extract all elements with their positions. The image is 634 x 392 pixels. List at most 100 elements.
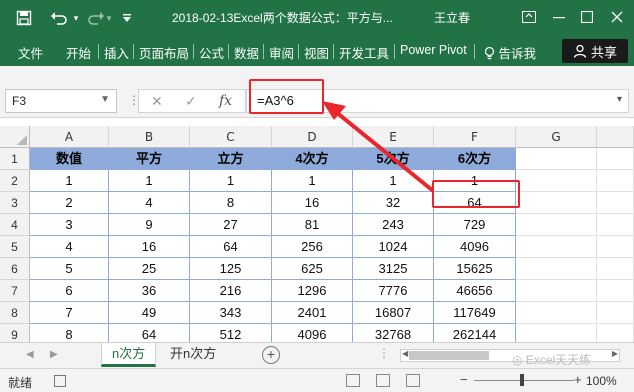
table-cell[interactable]: 3125 <box>353 258 434 280</box>
table-header-cell[interactable]: 平方 <box>109 148 190 170</box>
sheet-tab-nth-root[interactable]: 开n次方 <box>160 343 226 367</box>
table-cell[interactable]: 25 <box>109 258 190 280</box>
tab-home[interactable]: 开始 <box>66 43 91 62</box>
empty-cell[interactable] <box>597 258 634 280</box>
ribbon-display-options-icon[interactable] <box>516 6 542 28</box>
select-all-button[interactable] <box>0 126 30 148</box>
table-cell[interactable]: 3 <box>30 214 109 236</box>
table-cell[interactable]: 4 <box>30 236 109 258</box>
chevron-down-icon[interactable]: ▼ <box>100 94 110 105</box>
table-cell[interactable]: 81 <box>272 214 353 236</box>
table-cell[interactable]: 16807 <box>353 302 434 324</box>
empty-cell[interactable] <box>597 324 634 342</box>
scroll-sheets-right-icon[interactable]: ▶ <box>50 349 58 360</box>
undo-dropdown-icon[interactable]: ▾ <box>70 8 82 28</box>
table-cell[interactable]: 32768 <box>353 324 434 342</box>
table-cell[interactable]: 343 <box>190 302 272 324</box>
table-cell[interactable]: 7776 <box>353 280 434 302</box>
empty-cell[interactable] <box>597 236 634 258</box>
table-cell[interactable]: 1 <box>30 170 109 192</box>
insert-function-icon[interactable]: fx <box>219 93 232 109</box>
worksheet-grid[interactable]: A B C D E F G 1 数值 平方 立方 4次方 5次方 6次方 2 1 1 1 1 1 1 3 2 4 8 16 32 64… <box>0 118 634 342</box>
row-header-3[interactable]: 3 <box>0 192 30 214</box>
empty-cell[interactable] <box>516 324 597 342</box>
tab-power-pivot[interactable]: Power Pivot <box>400 43 467 57</box>
tab-data[interactable]: 数据 <box>234 43 259 62</box>
zoom-in-icon[interactable]: + <box>574 372 582 387</box>
table-cell[interactable]: 2 <box>30 192 109 214</box>
table-cell[interactable]: 15625 <box>434 258 516 280</box>
zoom-level[interactable]: 100% <box>586 374 617 388</box>
table-cell[interactable]: 625 <box>272 258 353 280</box>
scroll-right-icon[interactable]: ▶ <box>612 349 618 358</box>
cancel-icon[interactable]: ✕ <box>151 93 163 110</box>
table-cell[interactable]: 125 <box>190 258 272 280</box>
row-header-6[interactable]: 6 <box>0 258 30 280</box>
table-cell[interactable]: 512 <box>190 324 272 342</box>
table-cell[interactable]: 46656 <box>434 280 516 302</box>
enter-icon[interactable]: ✓ <box>185 93 197 110</box>
table-cell[interactable]: 1 <box>109 170 190 192</box>
empty-cell[interactable] <box>516 280 597 302</box>
tab-insert[interactable]: 插入 <box>104 43 129 62</box>
redo-dropdown-icon[interactable]: ▾ <box>104 8 114 28</box>
table-cell[interactable]: 49 <box>109 302 190 324</box>
table-header-cell[interactable]: 5次方 <box>353 148 434 170</box>
tab-review[interactable]: 审阅 <box>269 43 294 62</box>
scroll-left-icon[interactable]: ◀ <box>402 349 408 358</box>
add-sheet-icon[interactable]: + <box>262 346 280 364</box>
empty-cell[interactable] <box>516 148 597 170</box>
table-cell[interactable]: 32 <box>353 192 434 214</box>
table-cell[interactable]: 1 <box>272 170 353 192</box>
column-header-e[interactable]: E <box>353 126 434 148</box>
sheet-tab-n-power[interactable]: n次方 <box>101 343 157 367</box>
table-cell[interactable]: 5 <box>30 258 109 280</box>
name-box[interactable]: F3 ▼ <box>5 89 117 113</box>
table-cell[interactable]: 64 <box>109 324 190 342</box>
table-cell[interactable]: 6 <box>30 280 109 302</box>
save-icon[interactable] <box>14 8 34 28</box>
macro-record-icon[interactable] <box>54 375 66 387</box>
splitter-dots-icon[interactable]: ⋮ <box>378 346 390 360</box>
row-header-5[interactable]: 5 <box>0 236 30 258</box>
table-cell[interactable]: 262144 <box>434 324 516 342</box>
tab-page-layout[interactable]: 页面布局 <box>139 43 189 62</box>
row-header-4[interactable]: 4 <box>0 214 30 236</box>
row-header-2[interactable]: 2 <box>0 170 30 192</box>
row-header-9[interactable]: 9 <box>0 324 30 342</box>
table-header-cell[interactable]: 立方 <box>190 148 272 170</box>
column-header-d[interactable]: D <box>272 126 353 148</box>
row-header-1[interactable]: 1 <box>0 148 30 170</box>
scrollbar-thumb[interactable] <box>409 351 489 360</box>
customize-toolbar-icon[interactable] <box>120 8 134 28</box>
table-cell[interactable]: 729 <box>434 214 516 236</box>
column-header[interactable] <box>597 126 634 148</box>
table-header-cell[interactable]: 6次方 <box>434 148 516 170</box>
empty-cell[interactable] <box>516 302 597 324</box>
zoom-out-icon[interactable]: − <box>460 372 468 387</box>
tab-file[interactable]: 文件 <box>18 43 43 62</box>
empty-cell[interactable] <box>597 148 634 170</box>
table-cell[interactable]: 16 <box>109 236 190 258</box>
table-cell[interactable]: 4096 <box>272 324 353 342</box>
column-header-b[interactable]: B <box>109 126 190 148</box>
empty-cell[interactable] <box>597 214 634 236</box>
table-cell[interactable]: 243 <box>353 214 434 236</box>
minimize-icon[interactable] <box>546 6 572 28</box>
table-cell[interactable]: 1 <box>190 170 272 192</box>
table-cell[interactable]: 2401 <box>272 302 353 324</box>
table-cell[interactable]: 117649 <box>434 302 516 324</box>
column-header-g[interactable]: G <box>516 126 597 148</box>
column-header-a[interactable]: A <box>30 126 109 148</box>
table-cell[interactable]: 16 <box>272 192 353 214</box>
tab-view[interactable]: 视图 <box>304 43 329 62</box>
zoom-slider-knob[interactable] <box>520 374 524 386</box>
page-layout-view-icon[interactable] <box>376 374 390 387</box>
expand-formula-icon[interactable]: ▾ <box>617 94 622 105</box>
table-header-cell[interactable]: 4次方 <box>272 148 353 170</box>
page-break-view-icon[interactable] <box>406 374 420 387</box>
tab-formulas[interactable]: 公式 <box>199 43 224 62</box>
user-name[interactable]: 王立春 <box>434 9 470 26</box>
maximize-icon[interactable] <box>574 6 600 28</box>
table-cell[interactable]: 9 <box>109 214 190 236</box>
